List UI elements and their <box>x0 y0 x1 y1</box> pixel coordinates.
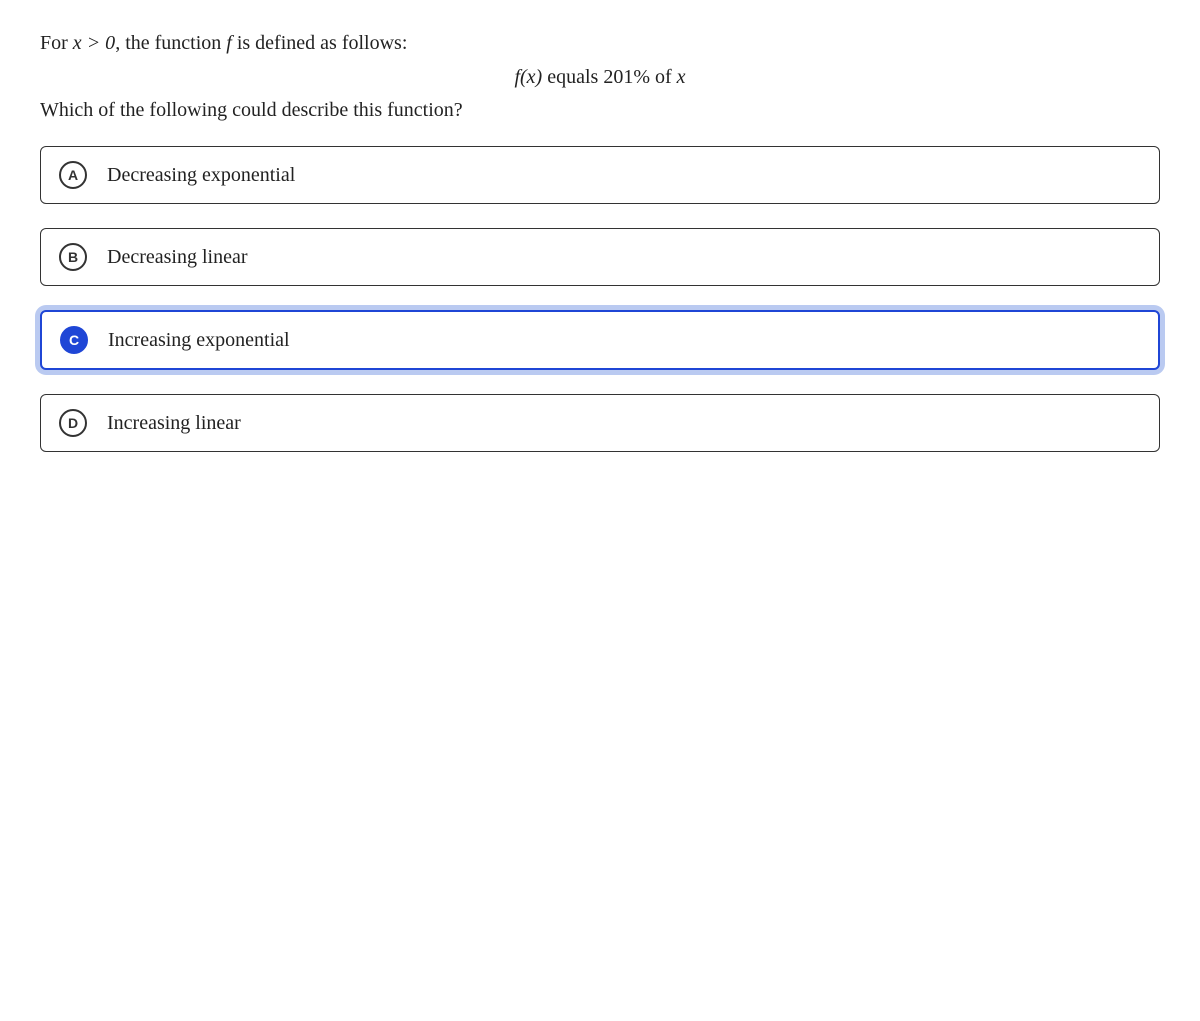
choice-d[interactable]: D Increasing linear <box>40 394 1160 452</box>
stem-mid: , the function <box>115 32 226 54</box>
choice-text: Increasing linear <box>107 412 241 435</box>
eq-var: x <box>677 66 686 88</box>
choice-text: Decreasing linear <box>107 246 247 269</box>
question-stem-line1: For x > 0, the function f is defined as … <box>40 28 1160 58</box>
choice-letter: B <box>59 243 87 271</box>
choice-b[interactable]: B Decreasing linear <box>40 228 1160 286</box>
stem-condition: x > 0 <box>73 32 115 54</box>
answer-choices: A Decreasing exponential B Decreasing li… <box>40 146 1160 452</box>
eq-mid: equals <box>542 66 603 88</box>
choice-letter: A <box>59 161 87 189</box>
eq-lhs: f(x) <box>514 66 542 88</box>
question-prompt: Which of the following could describe th… <box>40 99 1160 122</box>
stem-suffix: is defined as follows: <box>232 32 408 54</box>
question-equation: f(x) equals 201% of x <box>40 66 1160 89</box>
choice-text: Decreasing exponential <box>107 164 295 187</box>
eq-suffix: of <box>650 66 677 88</box>
choice-letter: D <box>59 409 87 437</box>
eq-pct: 201% <box>603 66 650 88</box>
choice-a[interactable]: A Decreasing exponential <box>40 146 1160 204</box>
stem-prefix: For <box>40 32 73 54</box>
choice-c[interactable]: C Increasing exponential <box>40 310 1160 370</box>
choice-letter: C <box>60 326 88 354</box>
choice-text: Increasing exponential <box>108 329 290 352</box>
